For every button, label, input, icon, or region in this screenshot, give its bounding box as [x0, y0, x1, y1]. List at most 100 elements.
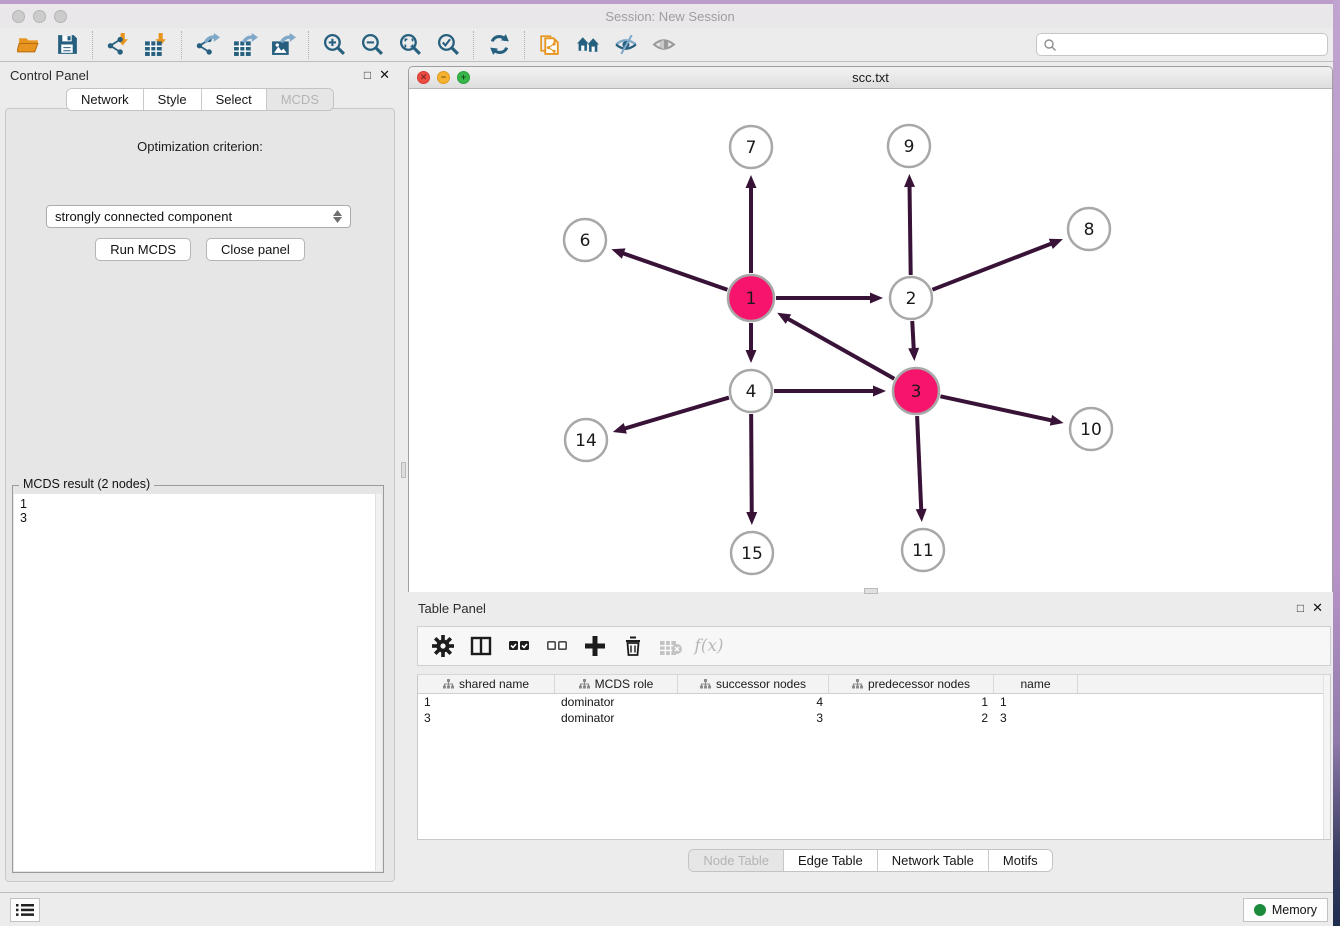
tab-select[interactable]: Select [201, 89, 266, 110]
table-float-panel-icon[interactable]: □ [1297, 601, 1304, 615]
zoom-selected-button[interactable] [429, 30, 467, 60]
column-header-name[interactable]: name [994, 675, 1078, 693]
tab-node-table[interactable]: Node Table [689, 850, 783, 871]
export-image-button[interactable] [264, 30, 302, 60]
table-close-panel-icon[interactable]: ✕ [1312, 600, 1323, 616]
criterion-dropdown[interactable]: strongly connected component [46, 205, 351, 228]
column-header-successor-nodes[interactable]: successor nodes [678, 675, 829, 693]
tab-network[interactable]: Network [67, 89, 143, 110]
deselect-all-button[interactable] [540, 630, 574, 662]
import-network-button[interactable] [99, 30, 137, 60]
column-label: predecessor nodes [868, 677, 970, 691]
tab-style[interactable]: Style [143, 89, 201, 110]
node-6[interactable]: 6 [564, 219, 606, 261]
node-15[interactable]: 15 [731, 532, 773, 574]
search-box[interactable] [1036, 33, 1328, 56]
float-panel-icon[interactable]: □ [364, 68, 371, 82]
edge-3-1[interactable] [777, 313, 894, 379]
table-cell: 1 [994, 694, 1078, 710]
delete-row-button[interactable] [616, 630, 650, 662]
edge-3-10[interactable] [940, 396, 1063, 425]
node-8[interactable]: 8 [1068, 208, 1110, 250]
save-session-button[interactable] [48, 30, 86, 60]
export-network-button[interactable] [188, 30, 226, 60]
refresh-button[interactable] [480, 30, 518, 60]
table-row[interactable]: 3dominator323 [418, 710, 1330, 726]
horizontal-splitter-grip[interactable] [864, 588, 878, 594]
control-panel-header: Control Panel □ ✕ [0, 62, 400, 88]
network-window-titlebar[interactable]: ✕ − + scc.txt [409, 67, 1332, 89]
import-network-icon [106, 32, 131, 57]
toolbar-separator [524, 31, 525, 59]
split-panel-button[interactable] [464, 630, 498, 662]
search-input[interactable] [1062, 38, 1321, 52]
hide-panels-button[interactable] [607, 30, 645, 60]
table-cell: 3 [678, 710, 829, 726]
import-table-button[interactable] [137, 30, 175, 60]
export-table-icon [233, 32, 258, 57]
edge-1-7[interactable] [746, 175, 757, 273]
column-header-shared-name[interactable]: shared name [418, 675, 555, 693]
edge-2-9[interactable] [904, 174, 915, 275]
automation-panel-button[interactable] [10, 898, 40, 922]
edge-1-6[interactable] [611, 248, 727, 289]
node-2[interactable]: 2 [890, 277, 932, 319]
list-icon [16, 903, 34, 917]
export-table-button[interactable] [226, 30, 264, 60]
result-scrollbar[interactable] [375, 494, 382, 871]
node-14[interactable]: 14 [565, 419, 607, 461]
column-header-predecessor-nodes[interactable]: predecessor nodes [829, 675, 994, 693]
node-label: 2 [906, 289, 917, 309]
close-panel-button[interactable]: Close panel [206, 238, 305, 261]
node-7[interactable]: 7 [730, 126, 772, 168]
duplicate-network-button[interactable] [531, 30, 569, 60]
memory-button[interactable]: Memory [1243, 898, 1328, 922]
add-row-button[interactable] [578, 630, 612, 662]
node-10[interactable]: 10 [1070, 408, 1112, 450]
node-9[interactable]: 9 [888, 125, 930, 167]
gear-button[interactable] [426, 630, 460, 662]
network-overview-button[interactable] [569, 30, 607, 60]
column-header-MCDS-role[interactable]: MCDS role [555, 675, 678, 693]
select-all-button[interactable] [502, 630, 536, 662]
mcds-result-text[interactable]: 1 3 [14, 494, 382, 871]
close-panel-icon[interactable]: ✕ [379, 67, 390, 83]
edge-2-8[interactable] [932, 239, 1062, 290]
edge-2-3[interactable] [908, 321, 919, 361]
node-11[interactable]: 11 [902, 529, 944, 571]
node-3[interactable]: 3 [893, 368, 939, 414]
save-session-icon [55, 32, 80, 57]
toolbar-separator [92, 31, 93, 59]
run-mcds-button[interactable]: Run MCDS [95, 238, 191, 261]
splitter-grip[interactable] [401, 462, 406, 478]
tab-mcds[interactable]: MCDS [266, 89, 333, 110]
zoom-fit-button[interactable] [391, 30, 429, 60]
zoom-out-button[interactable] [353, 30, 391, 60]
delete-row-icon [621, 634, 645, 658]
node-1[interactable]: 1 [728, 275, 774, 321]
tab-motifs[interactable]: Motifs [988, 850, 1052, 871]
vertical-splitter[interactable] [400, 62, 408, 592]
open-file-button[interactable] [10, 30, 48, 60]
edge-4-3[interactable] [774, 386, 886, 397]
edge-4-14[interactable] [613, 398, 729, 434]
table-row[interactable]: 1dominator411 [418, 694, 1330, 710]
edge-1-4[interactable] [746, 323, 757, 363]
edge-4-15[interactable] [746, 414, 757, 525]
node-4[interactable]: 4 [730, 370, 772, 412]
table-cell: 3 [994, 710, 1078, 726]
toolbar-icons [10, 28, 683, 61]
delete-table-button [654, 630, 688, 662]
criterion-value: strongly connected component [55, 209, 232, 224]
edge-3-11[interactable] [916, 416, 927, 522]
table-header-row: shared nameMCDS rolesuccessor nodes prede… [418, 675, 1330, 694]
tab-network-table[interactable]: Network Table [877, 850, 988, 871]
zoom-in-button[interactable] [315, 30, 353, 60]
tab-edge-table[interactable]: Edge Table [783, 850, 877, 871]
network-canvas[interactable]: 7 9 6 8 1 2 4 3 14 10 15 11 [409, 89, 1332, 592]
show-panels-button[interactable] [645, 30, 683, 60]
table-scrollbar[interactable] [1323, 675, 1330, 839]
node-label: 9 [904, 137, 915, 157]
edge-1-2[interactable] [776, 293, 883, 304]
node-label: 4 [746, 382, 757, 402]
